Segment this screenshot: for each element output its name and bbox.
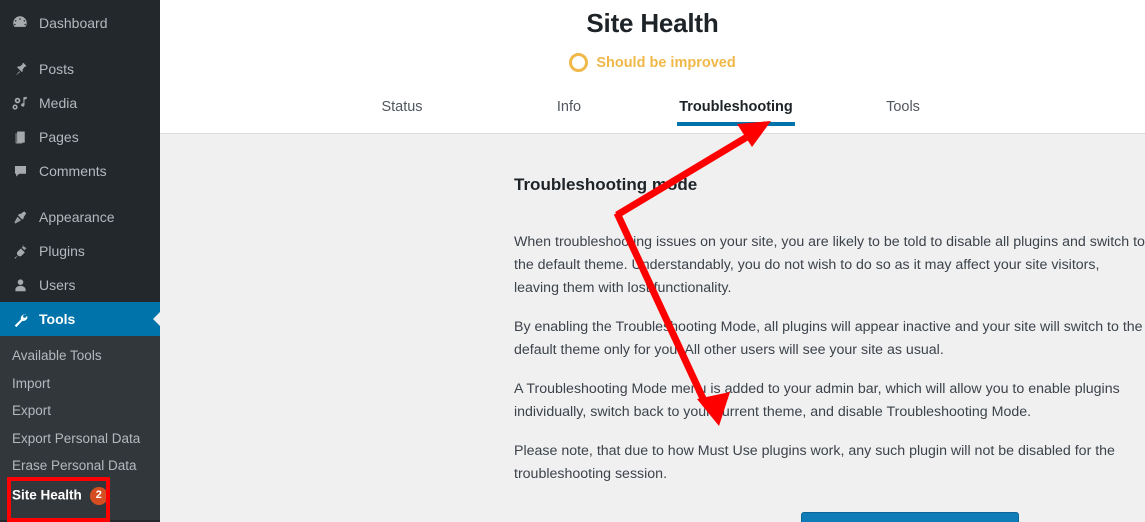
sidebar-item-label: Media [39, 95, 78, 111]
sidebar-item-label: Pages [39, 129, 79, 145]
content-wrapper: Troubleshooting mode When troubleshootin… [160, 134, 1145, 522]
sidebar-item-label: Tools [39, 311, 76, 327]
sidebar-item-label: Users [39, 277, 76, 293]
sidebar-item-media[interactable]: Media [0, 86, 160, 120]
sidebar-item-tools[interactable]: Tools [0, 302, 160, 336]
status-ring-icon [569, 53, 589, 72]
sidebar-item-appearance[interactable]: Appearance [0, 200, 160, 234]
tools-wrench-icon [10, 309, 30, 329]
tab-tools[interactable]: Tools [820, 98, 987, 127]
wordpress-admin-screen: Dashboard Posts Media Pages Comments App… [0, 0, 1145, 522]
users-icon [10, 275, 30, 295]
sidebar-item-comments[interactable]: Comments [0, 154, 160, 188]
site-health-tabs: Status Info Troubleshooting Tools [160, 86, 1145, 126]
tools-submenu: Available Tools Import Export Export Per… [0, 336, 160, 520]
tab-status[interactable]: Status [319, 98, 486, 127]
submenu-item-erase-personal-data[interactable]: Erase Personal Data [0, 452, 160, 480]
appearance-brush-icon [10, 207, 30, 227]
tab-label: Info [556, 98, 582, 115]
paragraph-3: A Troubleshooting Mode menu is added to … [514, 381, 1120, 420]
plugins-plug-icon [10, 241, 30, 261]
section-title: Troubleshooting mode [514, 175, 698, 194]
submenu-item-label: Available Tools [12, 348, 102, 363]
admin-sidebar: Dashboard Posts Media Pages Comments App… [0, 0, 160, 522]
submenu-item-site-health[interactable]: Site Health 2 [0, 480, 160, 512]
sidebar-item-label: Plugins [39, 243, 85, 259]
submenu-item-label: Export [12, 403, 52, 418]
tab-label: Status [381, 98, 423, 115]
tab-info[interactable]: Info [486, 98, 653, 127]
submenu-item-export-personal-data[interactable]: Export Personal Data [0, 425, 160, 453]
sidebar-item-label: Posts [39, 61, 75, 77]
sidebar-item-pages[interactable]: Pages [0, 120, 160, 154]
paragraph-2: By enabling the Troubleshooting Mode, al… [514, 319, 1143, 358]
submenu-item-label: Site Health [12, 487, 82, 503]
enable-button-row: Enable Troubleshooting Mode [514, 512, 1145, 522]
tab-label: Tools [886, 98, 920, 115]
paragraph-1: When troubleshooting issues on your site… [514, 234, 1145, 296]
sidebar-item-label: Comments [39, 163, 107, 179]
submenu-item-export[interactable]: Export [0, 397, 160, 425]
page-title: Site Health [586, 8, 719, 38]
status-label: Should be improved [596, 54, 736, 71]
sidebar-item-dashboard[interactable]: Dashboard [0, 6, 160, 40]
sidebar-item-label: Appearance [39, 209, 115, 225]
pin-icon [10, 59, 30, 79]
sidebar-item-plugins[interactable]: Plugins [0, 234, 160, 268]
site-health-header: Site Health Should be improved Status In… [160, 0, 1145, 134]
site-health-issue-count-badge: 2 [89, 486, 108, 505]
comments-icon [10, 161, 30, 181]
menu-separator [0, 188, 160, 200]
submenu-item-label: Import [12, 375, 51, 391]
sidebar-item-posts[interactable]: Posts [0, 52, 160, 86]
submenu-item-import[interactable]: Import [0, 370, 160, 398]
menu-separator [0, 40, 160, 52]
media-icon [10, 93, 30, 113]
troubleshooting-panel: Troubleshooting mode When troubleshootin… [514, 176, 1145, 522]
enable-troubleshooting-mode-button[interactable]: Enable Troubleshooting Mode [800, 512, 1020, 522]
submenu-item-label: Erase Personal Data [12, 458, 137, 473]
sidebar-item-label: Dashboard [39, 15, 108, 31]
tab-troubleshooting[interactable]: Troubleshooting [653, 98, 820, 127]
main-content-area: Site Health Should be improved Status In… [160, 0, 1145, 522]
site-health-status: Should be improved [160, 53, 1145, 72]
dashboard-icon [10, 13, 30, 33]
paragraph-4: Please note, that due to how Must Use pl… [514, 443, 1115, 482]
submenu-item-available-tools[interactable]: Available Tools [0, 342, 160, 370]
submenu-item-label: Export Personal Data [12, 430, 141, 446]
sidebar-item-users[interactable]: Users [0, 268, 160, 302]
tab-label: Troubleshooting [679, 98, 793, 115]
pages-icon [10, 127, 30, 147]
